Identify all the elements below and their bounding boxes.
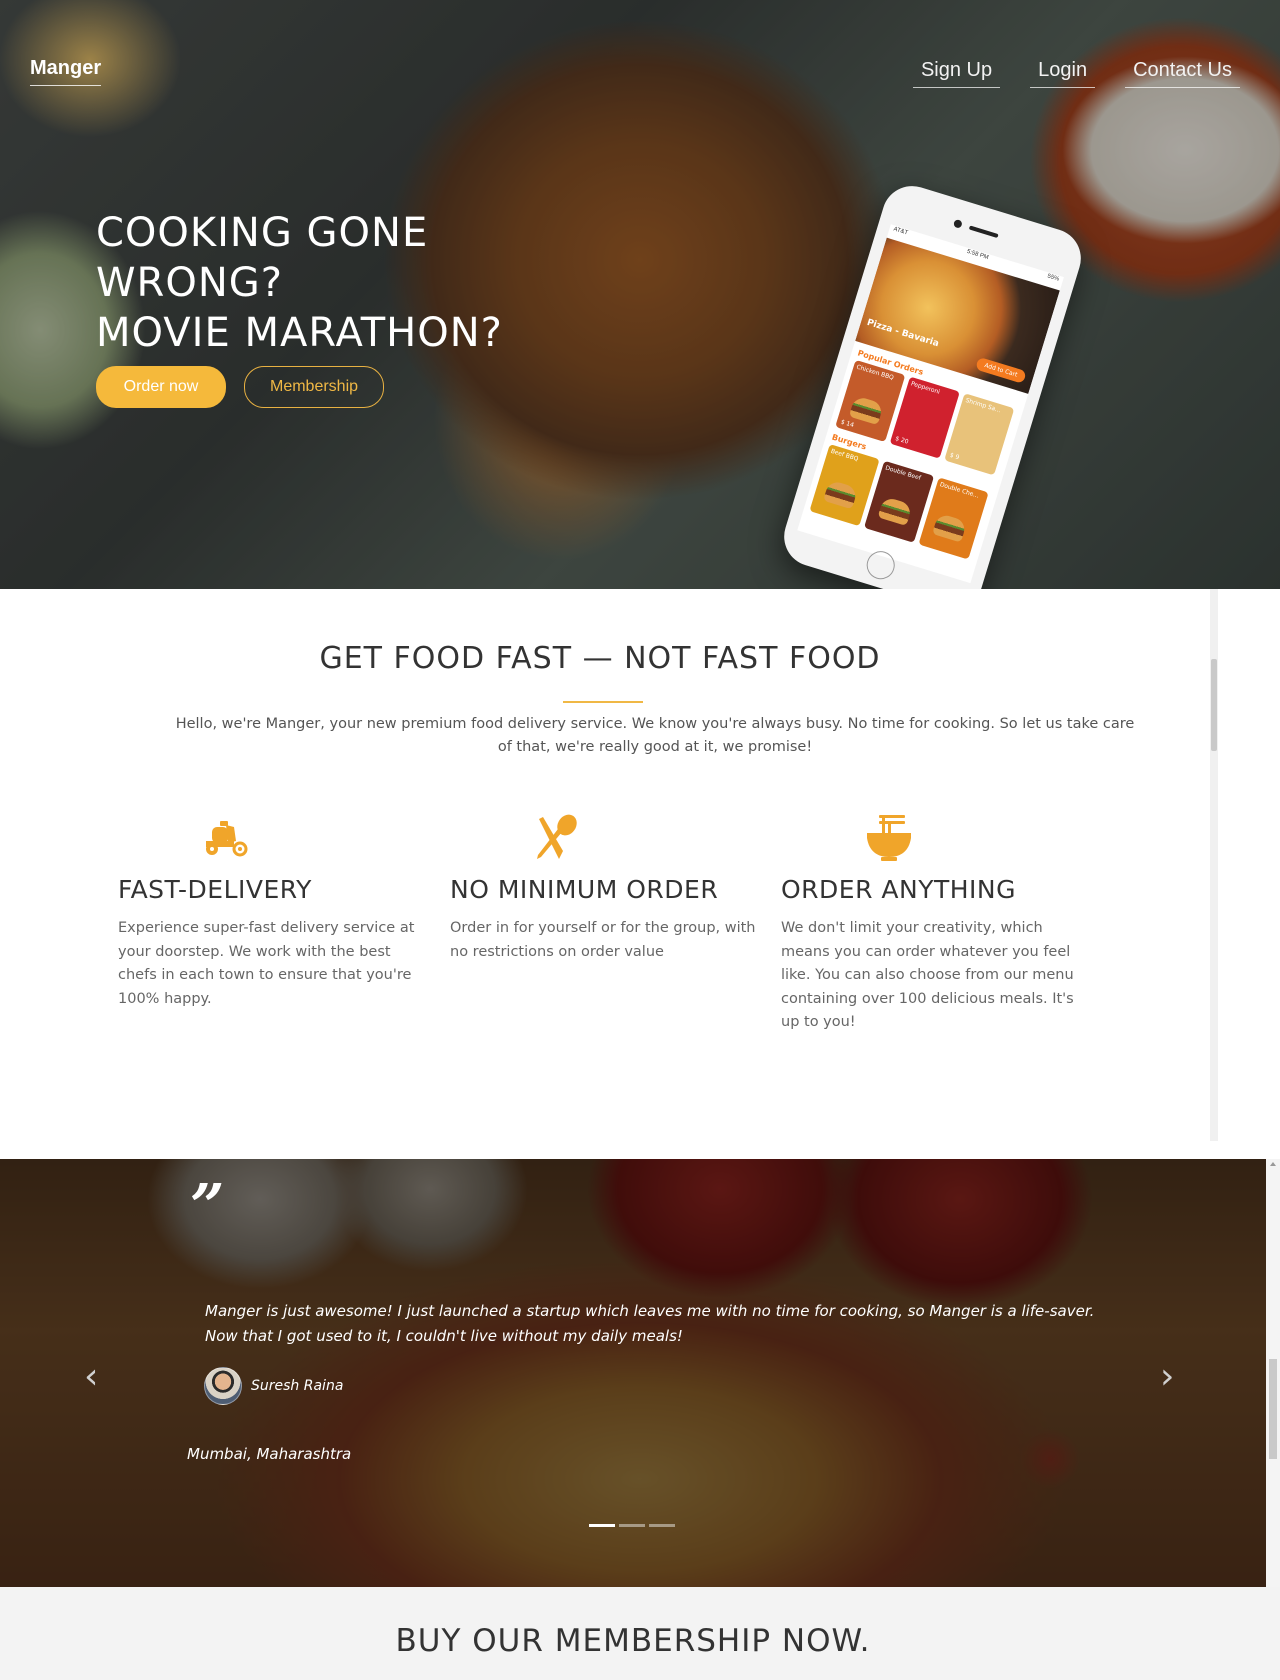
utensils-icon: [537, 814, 577, 859]
menu-card-price: $ 14: [839, 418, 855, 430]
hero-section: Manger Sign Up Login Contact Us COOKING …: [0, 0, 1280, 589]
nav-signup-link[interactable]: Sign Up: [912, 59, 1001, 88]
feature-text: We don't limit your creativity, which me…: [781, 920, 1074, 1030]
heading-underline: [563, 701, 643, 703]
avatar: [204, 1367, 242, 1405]
feature-title: ORDER ANYTHING: [781, 875, 1017, 904]
membership-button[interactable]: Membership: [244, 366, 384, 408]
brand-logo[interactable]: Manger: [30, 57, 102, 86]
phone-speaker: [968, 225, 999, 239]
testimonial-carousel: ” Manger is just awesome! I just launche…: [0, 1159, 1266, 1587]
nav-login-link[interactable]: Login: [1030, 59, 1096, 88]
feature-title: NO MINIMUM ORDER: [450, 875, 719, 904]
nav-contact-link[interactable]: Contact Us: [1125, 59, 1240, 88]
noodle-bowl-icon: [867, 815, 911, 861]
burger-image: [823, 479, 859, 510]
hero-cta-group: Order now Membership: [96, 366, 384, 408]
burger-image: [932, 512, 968, 543]
feature-title: FAST-DELIVERY: [118, 875, 312, 904]
menu-card-price: $ 9: [948, 451, 961, 462]
order-now-button[interactable]: Order now: [96, 366, 226, 408]
carousel-indicator[interactable]: [619, 1524, 645, 1527]
scroll-up-icon[interactable]: [1270, 1162, 1276, 1166]
features-heading: GET FOOD FAST — NOT FAST FOOD: [319, 641, 881, 676]
burger-image: [848, 395, 884, 426]
phone-screen: AT&T 5:58 PM 55% Pizza - Bavaria Add to …: [797, 224, 1064, 584]
testimonial-quote: Manger is just awesome! I just launched …: [205, 1302, 1095, 1345]
hero-headline-line: COOKING GONE: [96, 210, 429, 256]
quote-mark-icon: ”: [190, 1172, 225, 1242]
carousel-indicator[interactable]: [649, 1524, 675, 1527]
menu-card-price: $ 20: [894, 435, 910, 446]
carousel-prev-icon[interactable]: ‹: [84, 1359, 98, 1395]
features-section: GET FOOD FAST — NOT FAST FOOD Hello, we'…: [0, 589, 1280, 1159]
carousel-next-icon[interactable]: ›: [1160, 1359, 1174, 1395]
hero-headline: COOKING GONE WRONG? MOVIE MARATHON?: [96, 208, 503, 358]
add-to-cart-button: Add to Cart: [974, 356, 1027, 384]
features-intro: Hello, we're Manger, your new premium fo…: [175, 716, 1135, 755]
hero-headline-line: WRONG?: [96, 260, 283, 306]
scooter-icon: [206, 821, 248, 857]
page-scrollbar[interactable]: [1266, 1159, 1280, 1587]
page-scrollbar-thumb[interactable]: [1269, 1359, 1277, 1459]
membership-heading: BUY OUR MEMBERSHIP NOW.: [395, 1623, 871, 1659]
featured-pizza-name: Pizza - Bavaria: [865, 317, 940, 350]
feature-text: Experience super-fast delivery service a…: [118, 920, 415, 1007]
author-location: Mumbai, Maharashtra: [187, 1445, 352, 1463]
carousel-indicators: [589, 1524, 675, 1527]
membership-section: BUY OUR MEMBERSHIP NOW.: [0, 1587, 1280, 1680]
inner-scrollbar-thumb[interactable]: [1211, 659, 1217, 751]
phone-mockup: AT&T 5:58 PM 55% Pizza - Bavaria Add to …: [776, 178, 1089, 589]
author-name: Suresh Raina: [251, 1378, 344, 1394]
burger-image: [877, 496, 913, 526]
hero-headline-line: MOVIE MARATHON?: [96, 310, 503, 356]
top-nav: Sign Up Login Contact Us: [912, 59, 1240, 88]
phone-camera: [952, 218, 963, 229]
feature-text: Order in for yourself or for the group, …: [450, 920, 756, 960]
carousel-indicator[interactable]: [589, 1524, 615, 1527]
testimonial-author: Suresh Raina: [204, 1367, 343, 1405]
